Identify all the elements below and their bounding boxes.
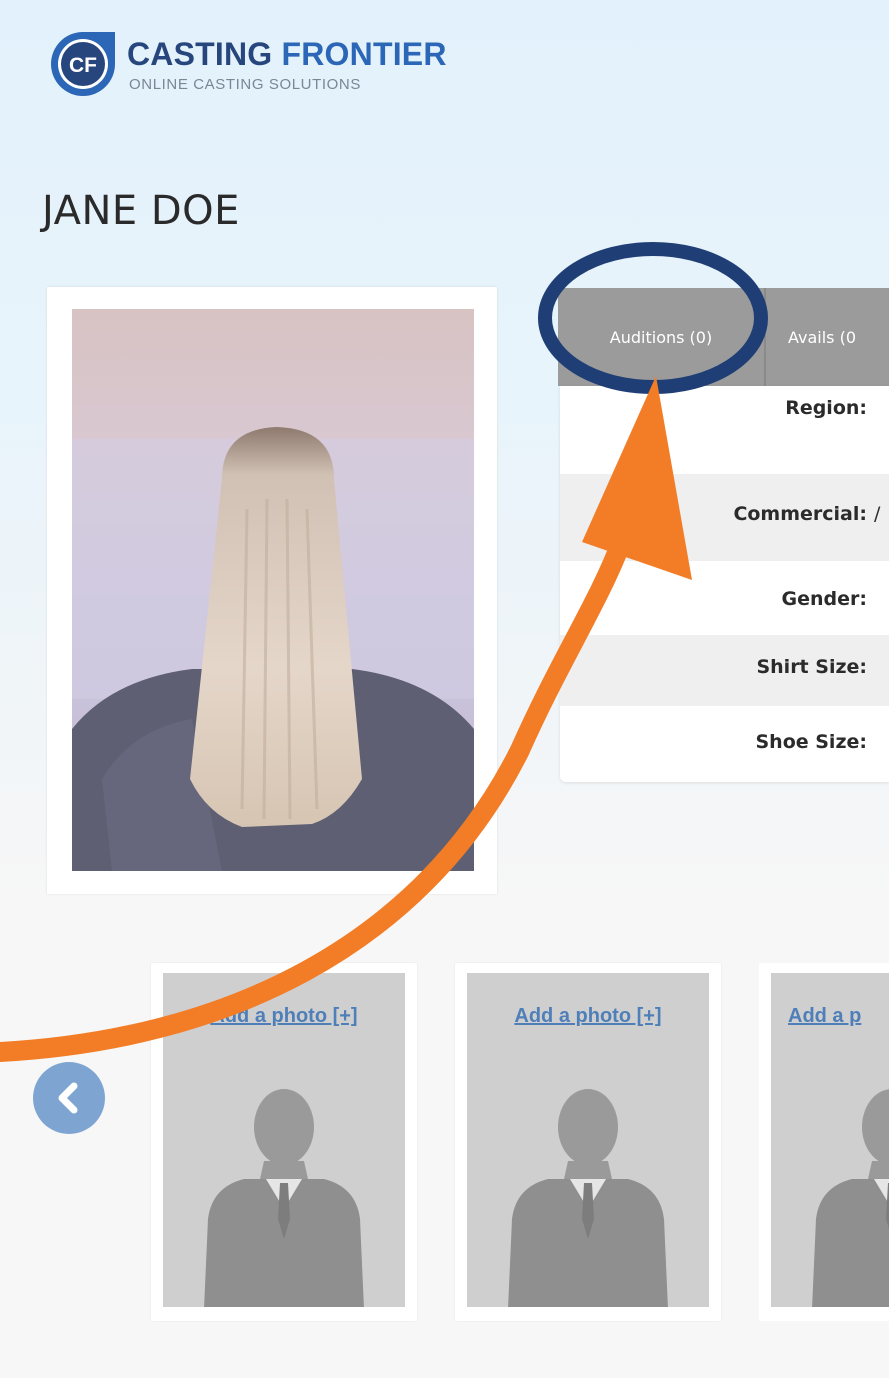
main-photo-card <box>47 287 497 894</box>
photo-slot-2: Add a photo [+] <box>455 963 721 1321</box>
commercial-value: / <box>874 503 881 525</box>
shoe-size-label: Shoe Size: <box>755 731 867 753</box>
logo-title: CASTING FRONTIER <box>127 34 447 74</box>
logo[interactable]: CF CASTING FRONTIER ONLINE CASTING SOLUT… <box>47 28 527 108</box>
add-photo-link[interactable]: Add a photo [+] <box>163 1005 405 1028</box>
profile-details-table: Region: Commercial: / Gender: Shirt Size… <box>560 386 889 782</box>
photo-slot-placeholder: Add a photo [+] <box>467 973 709 1307</box>
chevron-left-icon <box>58 1082 78 1114</box>
commercial-label: Commercial: <box>733 503 867 525</box>
person-silhouette-icon <box>508 1089 668 1307</box>
tab-auditions[interactable]: Auditions (0) <box>558 288 764 386</box>
person-silhouette-icon <box>204 1089 364 1307</box>
photo-slot-3: Add a p <box>759 963 889 1321</box>
tab-avails[interactable]: Avails (0 <box>766 288 889 386</box>
add-photo-link[interactable]: Add a p <box>788 1005 861 1028</box>
detail-row-region: Region: <box>560 386 889 474</box>
person-silhouette-icon <box>812 1089 889 1307</box>
detail-row-gender: Gender: <box>560 561 889 635</box>
main-photo[interactable] <box>72 309 474 871</box>
detail-row-shoe-size: Shoe Size: <box>560 706 889 782</box>
page-title: JANE DOE <box>42 188 240 234</box>
shirt-size-label: Shirt Size: <box>756 656 867 678</box>
gender-label: Gender: <box>781 588 867 610</box>
photo-slot-placeholder: Add a photo [+] <box>163 973 405 1307</box>
carousel-prev-button[interactable] <box>33 1062 105 1134</box>
photo-slot-1: Add a photo [+] <box>151 963 417 1321</box>
photo-slot-placeholder: Add a p <box>771 973 889 1307</box>
logo-badge-text: CF <box>69 54 97 77</box>
logo-badge-icon: CF <box>51 32 115 96</box>
profile-tabs: Auditions (0) Avails (0 <box>558 288 889 386</box>
add-photo-link[interactable]: Add a photo [+] <box>467 1005 709 1028</box>
logo-title-part1: CASTING <box>127 36 273 72</box>
logo-title-part2: FRONTIER <box>281 36 447 72</box>
detail-row-commercial: Commercial: / <box>560 474 889 561</box>
logo-tagline: ONLINE CASTING SOLUTIONS <box>129 76 361 93</box>
detail-row-shirt-size: Shirt Size: <box>560 635 889 706</box>
main-photo-image <box>72 309 474 871</box>
region-label: Region: <box>785 397 867 419</box>
